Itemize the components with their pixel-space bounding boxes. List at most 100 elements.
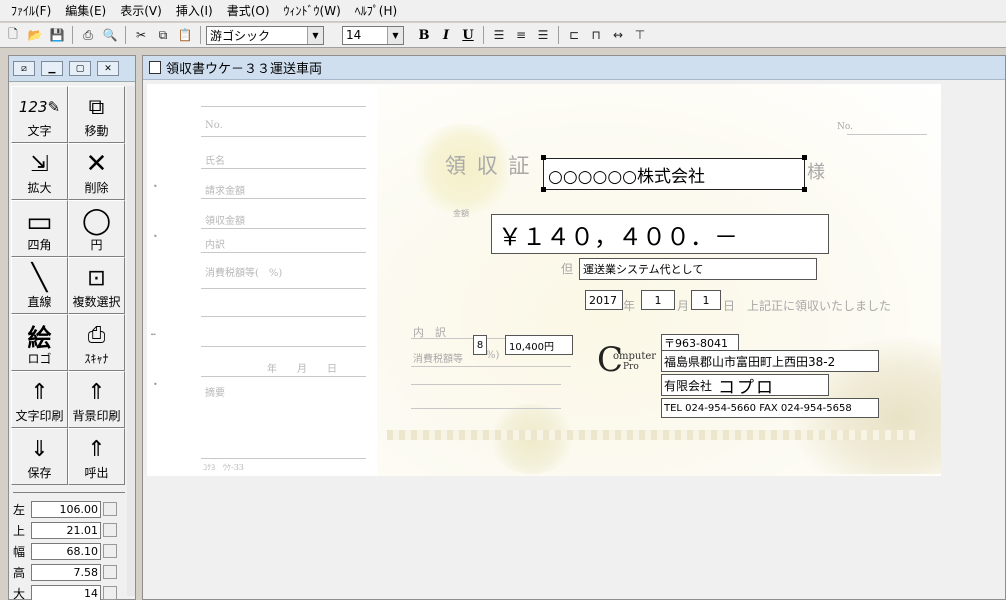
document-icon <box>149 61 161 74</box>
phone-field[interactable]: TEL 024-954-5660 FAX 024-954-5658 <box>661 398 879 418</box>
prop-height: 高 7.58 <box>13 562 125 582</box>
spin-icon[interactable] <box>103 523 117 537</box>
close-icon[interactable]: ✕ <box>97 61 119 76</box>
toolbar-separator <box>125 26 126 44</box>
underline-button[interactable]: U <box>458 25 478 45</box>
tool-label: 拡大 <box>27 181 52 195</box>
prop-left-input[interactable]: 106.00 <box>31 500 101 518</box>
bold-button[interactable]: B <box>414 25 434 45</box>
align-left-icon[interactable]: ☰ <box>489 25 509 45</box>
font-size-select[interactable]: 14 ▼ <box>342 25 404 45</box>
chevron-down-icon[interactable]: ▼ <box>387 26 403 44</box>
font-name-value: 游ゴシック <box>210 28 271 43</box>
save-button[interactable]: ⇓ 保存 <box>11 428 68 485</box>
move-tool-button[interactable]: ⧉ 移動 <box>68 86 125 143</box>
received-statement: 上記正に領収いたしました <box>747 299 892 313</box>
purpose-field[interactable]: 運送業システム代として <box>579 258 817 280</box>
print-icon[interactable]: ⎙ <box>78 25 98 45</box>
tool-panel-scrollbar[interactable] <box>127 86 135 596</box>
menu-view[interactable]: 表示(V) <box>113 0 169 21</box>
stub-tax-label: 消費税額等( %) <box>205 268 283 279</box>
selection-handle[interactable] <box>802 155 807 160</box>
chevron-down-icon[interactable]: ▼ <box>307 26 323 44</box>
rectangle-tool-button[interactable]: ▭ 四角 <box>11 200 68 257</box>
tax-rate-field[interactable]: 8 <box>473 335 487 355</box>
toolbar-separator <box>558 26 559 44</box>
menu-edit[interactable]: 編集(E) <box>58 0 113 21</box>
print-text-button[interactable]: ⇑ 文字印刷 <box>11 371 68 428</box>
align-center-icon[interactable]: ≡ <box>511 25 531 45</box>
logo-text-line1: omputer <box>613 351 657 362</box>
prop-width: 幅 68.10 <box>13 541 125 561</box>
font-name-select[interactable]: 游ゴシック ▼ <box>206 25 324 45</box>
stub-name-label: 氏名 <box>205 156 225 167</box>
prop-label: 上 <box>13 523 26 538</box>
delete-tool-button[interactable]: ✕ 削除 <box>68 143 125 200</box>
minimize-icon[interactable]: ▁ <box>41 61 63 76</box>
spin-icon[interactable] <box>103 565 117 579</box>
panel-menu-icon[interactable]: ⧄ <box>13 61 35 76</box>
save-disk-icon[interactable]: 💾 <box>47 25 67 45</box>
resize-tool-button[interactable]: ⇲ 拡大 <box>11 143 68 200</box>
circle-tool-button[interactable]: ◯ 円 <box>68 200 125 257</box>
new-file-icon[interactable]: 🗋 <box>3 25 23 45</box>
menu-file[interactable]: ﾌｧｲﾙ(F) <box>4 0 58 21</box>
multi-select-tool-button[interactable]: ⊡ 複数選択 <box>68 257 125 314</box>
font-size-value: 14 <box>346 28 362 42</box>
amount-field[interactable]: ￥１４０，４００．－ <box>491 214 829 254</box>
circle-tool-icon: ◯ <box>81 206 112 236</box>
selection-handle[interactable] <box>541 187 546 192</box>
tool-label: 削除 <box>84 181 109 195</box>
cut-icon[interactable]: ✂ <box>131 25 151 45</box>
open-folder-icon[interactable]: 📂 <box>25 25 45 45</box>
tool-label: 保存 <box>27 466 52 480</box>
address-field[interactable]: 福島県郡山市富田町上西田38-2 <box>661 350 879 372</box>
tax-amount-field[interactable]: 10,400円 <box>505 335 573 355</box>
year-field[interactable]: 2017 <box>585 290 623 310</box>
resize-tool-icon: ⇲ <box>30 151 49 177</box>
stub-date-label: 年 月 日 <box>267 364 337 375</box>
line-tool-button[interactable]: ╲ 直線 <box>11 257 68 314</box>
prop-top-input[interactable]: 21.01 <box>31 521 101 539</box>
text-tool-button[interactable]: 123✎ 文字 <box>11 86 68 143</box>
selection-handle[interactable] <box>802 187 807 192</box>
prop-size-input[interactable]: 14 <box>31 584 101 600</box>
receipt-canvas[interactable]: No. 氏名 • 請求金額 領収金額 • 内訳 消費税額等( %) ╍ 年 月 … <box>147 84 941 476</box>
stub-line <box>201 252 366 253</box>
company-name-field[interactable]: 有限会社 コプロ <box>661 374 829 396</box>
scanner-tool-button[interactable]: ⎙ ｽｷｬﾅ <box>68 314 125 371</box>
prop-height-input[interactable]: 7.58 <box>31 563 101 581</box>
spin-icon[interactable] <box>103 544 117 558</box>
restore-icon[interactable]: ▢ <box>69 61 91 76</box>
menu-help[interactable]: ﾍﾙﾌﾟ(H) <box>348 0 404 21</box>
print-preview-icon[interactable]: 🔍 <box>100 25 120 45</box>
open-button[interactable]: ⇑ 呼出 <box>68 428 125 485</box>
italic-button[interactable]: I <box>436 25 456 45</box>
paste-icon[interactable]: 📋 <box>175 25 195 45</box>
menu-insert[interactable]: 挿入(I) <box>169 0 220 21</box>
prop-label: 大 <box>13 586 26 600</box>
selection-handle[interactable] <box>541 155 546 160</box>
amount-label: 金額 <box>453 209 469 218</box>
equal-height-icon[interactable]: ⊤ <box>630 25 650 45</box>
align-objects-top-icon[interactable]: ⊓ <box>586 25 606 45</box>
logo-text-line2: Pro <box>623 362 639 372</box>
company-logo[interactable]: C omputer Pro <box>597 342 659 382</box>
menu-format[interactable]: 書式(O) <box>220 0 277 21</box>
spin-icon[interactable] <box>103 502 117 516</box>
print-background-button[interactable]: ⇑ 背景印刷 <box>68 371 125 428</box>
month-field[interactable]: 1 <box>641 290 675 310</box>
align-right-icon[interactable]: ☰ <box>533 25 553 45</box>
copy-icon[interactable]: ⧉ <box>153 25 173 45</box>
logo-tool-button[interactable]: 絵ロゴ <box>11 314 68 371</box>
align-objects-left-icon[interactable]: ⊏ <box>564 25 584 45</box>
day-field[interactable]: 1 <box>691 290 721 310</box>
spin-icon[interactable] <box>103 586 117 600</box>
tool-label: 文字印刷 <box>15 409 64 423</box>
rectangle-tool-icon: ▭ <box>26 204 53 238</box>
stub-line <box>201 168 366 169</box>
equal-width-icon[interactable]: ↔ <box>608 25 628 45</box>
recipient-field[interactable]: ○○○○○○株式会社 <box>543 158 805 190</box>
prop-width-input[interactable]: 68.10 <box>31 542 101 560</box>
menu-window[interactable]: ｳｨﾝﾄﾞｳ(W) <box>277 0 348 21</box>
